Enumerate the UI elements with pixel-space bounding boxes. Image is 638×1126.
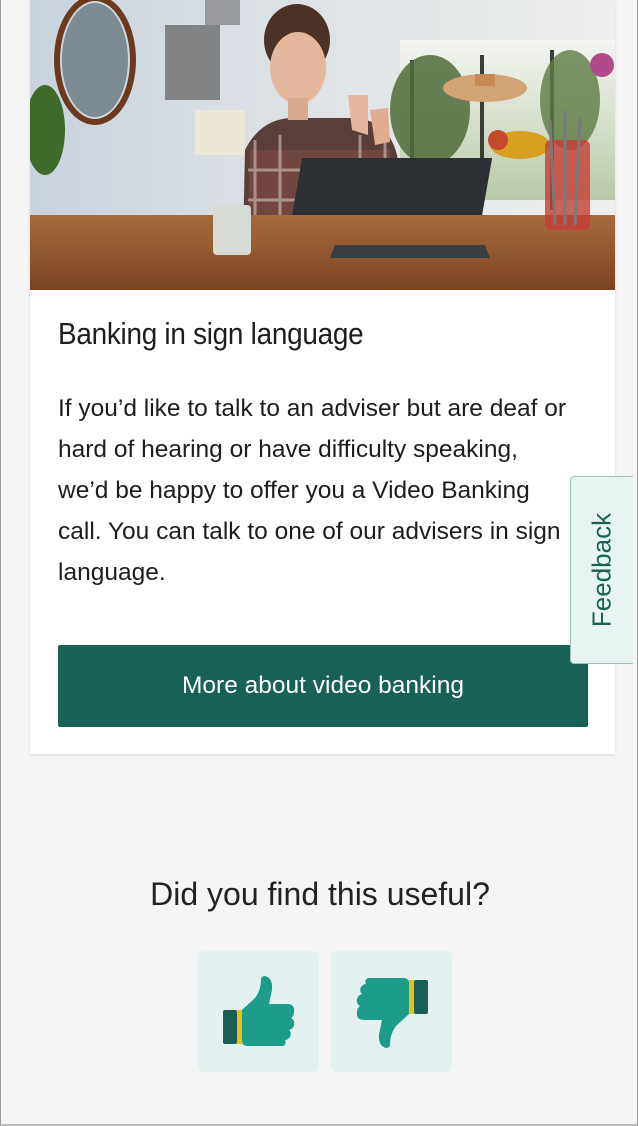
thumbs-down-icon xyxy=(356,977,428,1048)
feedback-tab-label: Feedback xyxy=(586,512,617,628)
more-about-video-banking-button[interactable]: More about video banking xyxy=(58,645,588,727)
hero-image xyxy=(30,0,615,290)
card-body-text: If you’d like to talk to an adviser but … xyxy=(58,395,566,586)
thumbs-up-icon xyxy=(222,975,294,1046)
thumbs-down-button[interactable] xyxy=(331,951,452,1072)
card-title: Banking in sign language xyxy=(58,316,364,351)
video-banking-card: Banking in sign language If you’d like t… xyxy=(30,0,615,754)
feedback-tab[interactable]: Feedback xyxy=(570,476,633,664)
usefulness-question: Did you find this useful? xyxy=(150,876,490,912)
thumbs-up-button[interactable] xyxy=(198,951,319,1072)
